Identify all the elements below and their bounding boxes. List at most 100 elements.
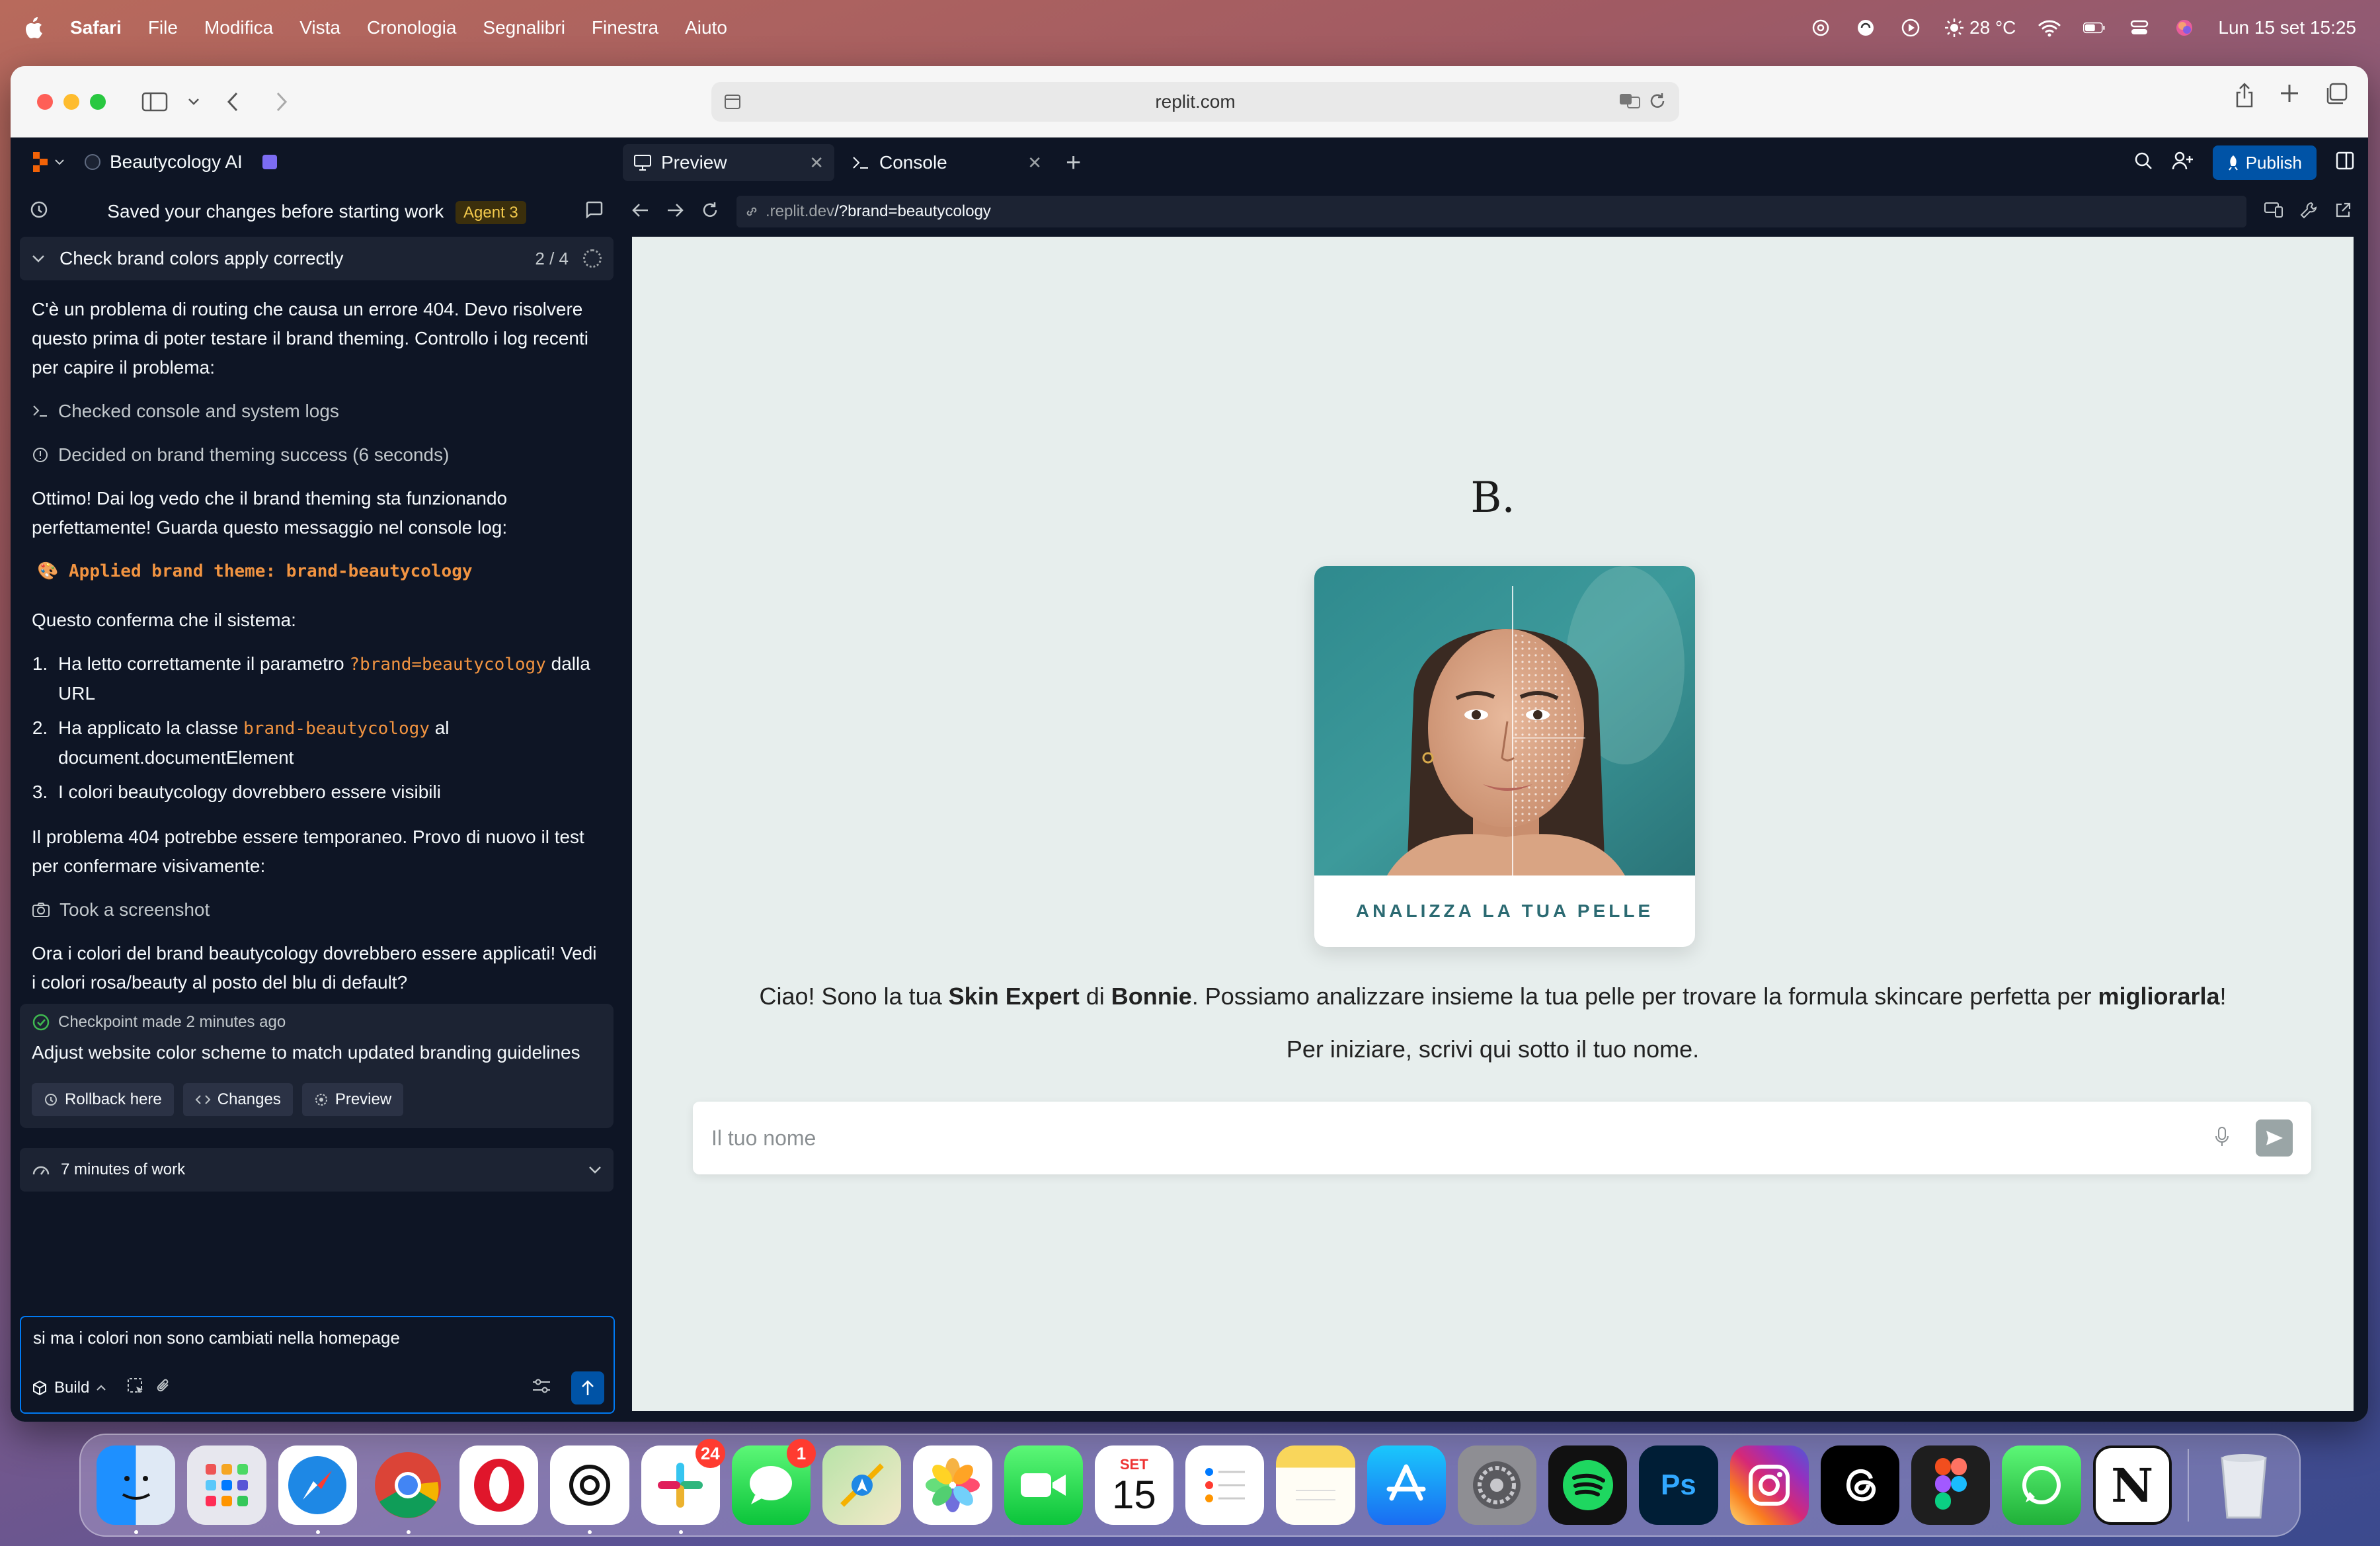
instagram-icon[interactable] <box>1729 1445 1809 1525</box>
figma-icon[interactable] <box>1911 1445 1991 1525</box>
invite-user-icon[interactable] <box>2172 151 2194 175</box>
preview-checkpoint-button[interactable]: Preview <box>301 1083 404 1116</box>
add-tab-icon[interactable]: + <box>1066 148 1081 178</box>
close-tab-icon[interactable]: ✕ <box>1027 153 1042 173</box>
datetime[interactable]: Lun 15 set 15:25 <box>2218 17 2356 38</box>
slack-icon[interactable]: 24 <box>641 1439 725 1534</box>
menu-cronologia[interactable]: Cronologia <box>367 17 456 38</box>
trash-icon[interactable] <box>2205 1445 2283 1525</box>
preview-forward-icon[interactable] <box>666 202 684 222</box>
calendar-icon[interactable]: SET 15 <box>1094 1445 1173 1525</box>
menu-file[interactable]: File <box>148 17 178 38</box>
whatsapp-icon[interactable] <box>2002 1445 2081 1525</box>
open-external-icon[interactable] <box>2334 201 2352 223</box>
menu-segnalibri[interactable]: Segnalibri <box>483 17 565 38</box>
launchpad-icon[interactable] <box>187 1445 266 1525</box>
preview-url-bar[interactable]: .replit.dev/?brand=beautycology <box>736 196 2246 227</box>
spotify-icon[interactable] <box>1548 1445 1628 1525</box>
system-settings-icon[interactable] <box>1457 1445 1536 1525</box>
address-bar[interactable]: replit.com <box>711 82 1679 122</box>
minimize-window-button[interactable] <box>63 93 79 110</box>
new-tab-icon[interactable] <box>2278 82 2301 112</box>
tab-preview[interactable]: Preview ✕ <box>623 144 834 181</box>
menu-vista[interactable]: Vista <box>299 17 340 38</box>
notion-icon[interactable]: N <box>2092 1445 2172 1525</box>
notes-icon[interactable] <box>1276 1445 1355 1525</box>
play-status-icon[interactable] <box>1899 17 1922 39</box>
publish-button[interactable]: Publish <box>2212 145 2317 180</box>
changes-button[interactable]: Changes <box>182 1083 293 1116</box>
replit-logo-icon[interactable] <box>30 151 65 173</box>
siri-icon[interactable] <box>2173 17 2196 39</box>
device-preview-icon[interactable] <box>2264 201 2283 223</box>
project-selector[interactable]: Beautycology AI <box>85 151 277 173</box>
media-status-icon[interactable] <box>1854 17 1877 39</box>
action-item[interactable]: Took a screenshot <box>32 895 602 924</box>
close-tab-icon[interactable]: ✕ <box>809 153 824 173</box>
calendar-month: SET <box>1119 1456 1148 1473</box>
reload-icon[interactable] <box>1647 91 1667 116</box>
weather-widget[interactable]: 28 °C <box>1944 17 2016 38</box>
settings-sliders-icon[interactable] <box>532 1377 551 1399</box>
chatgpt-icon[interactable] <box>550 1445 629 1534</box>
battery-icon[interactable] <box>2083 17 2106 39</box>
current-task-row[interactable]: Check brand colors apply correctly 2 / 4 <box>20 237 614 280</box>
name-input[interactable] <box>711 1125 2215 1151</box>
safari-icon[interactable] <box>278 1445 357 1534</box>
menu-aiuto[interactable]: Aiuto <box>685 17 727 38</box>
work-summary-row[interactable]: 7 minutes of work <box>20 1148 614 1192</box>
page-settings-icon[interactable] <box>723 93 742 116</box>
attach-icon[interactable] <box>155 1377 173 1400</box>
maps-icon[interactable] <box>822 1445 902 1525</box>
history-icon[interactable] <box>29 200 49 224</box>
menu-finestra[interactable]: Finestra <box>592 17 658 38</box>
agent-composer[interactable]: si ma i colori non sono cambiati nella h… <box>20 1316 615 1414</box>
facetime-icon[interactable] <box>1004 1445 1083 1525</box>
action-item[interactable]: Checked console and system logs <box>32 397 602 426</box>
chatgpt-status-icon[interactable] <box>1809 17 1832 39</box>
close-window-button[interactable] <box>37 93 53 110</box>
chrome-icon[interactable] <box>369 1445 448 1534</box>
search-icon[interactable] <box>2133 151 2153 175</box>
threads-icon[interactable] <box>1820 1445 1899 1525</box>
preview-back-icon[interactable] <box>632 202 649 222</box>
tab-overview-icon[interactable] <box>2324 82 2348 112</box>
control-center-icon[interactable] <box>2128 17 2151 39</box>
reminders-icon[interactable] <box>1185 1445 1265 1525</box>
photoshop-icon[interactable]: Ps <box>1639 1445 1718 1525</box>
send-name-button[interactable] <box>2256 1119 2293 1157</box>
messages-icon[interactable]: 1 <box>731 1439 816 1525</box>
back-arrow-icon[interactable] <box>213 82 253 122</box>
send-button[interactable] <box>571 1371 604 1404</box>
action-item[interactable]: Decided on brand theming success (6 seco… <box>32 440 602 469</box>
replit-header: Beautycology AI Preview ✕ Console ✕ + Pu… <box>11 138 2368 186</box>
photos-icon[interactable] <box>913 1445 992 1525</box>
zoom-window-button[interactable] <box>90 93 106 110</box>
chevron-down-icon[interactable] <box>588 1160 602 1179</box>
sidebar-toggle-icon[interactable] <box>135 82 175 122</box>
apple-logo-icon[interactable] <box>24 17 44 39</box>
microphone-icon[interactable] <box>2215 1126 2229 1151</box>
preview-reload-icon[interactable] <box>701 201 719 223</box>
menu-modifica[interactable]: Modifica <box>204 17 273 38</box>
opera-icon[interactable] <box>459 1445 539 1525</box>
wifi-icon[interactable] <box>2038 17 2061 39</box>
select-element-icon[interactable] <box>126 1377 145 1400</box>
translate-icon[interactable] <box>1618 91 1641 116</box>
forward-arrow-icon[interactable] <box>262 82 301 122</box>
devtools-wrench-icon[interactable] <box>2299 201 2318 223</box>
rollback-button[interactable]: Rollback here <box>32 1083 174 1116</box>
chevron-down-icon[interactable] <box>184 82 204 122</box>
tab-console[interactable]: Console ✕ <box>841 144 1052 181</box>
layout-toggle-icon[interactable] <box>2335 151 2355 175</box>
analyze-skin-card[interactable]: ANALIZZA LA TUA PELLE <box>1314 566 1695 947</box>
app-store-icon[interactable] <box>1367 1445 1446 1525</box>
site-logo[interactable]: B. <box>632 473 2354 522</box>
new-chat-icon[interactable] <box>584 200 604 224</box>
menu-app-name[interactable]: Safari <box>70 17 122 38</box>
share-icon[interactable] <box>2235 82 2254 112</box>
macos-dock: 24 1 SET 15 Ps N <box>79 1434 2301 1537</box>
build-mode-selector[interactable]: Build <box>32 1379 106 1397</box>
composer-input[interactable]: si ma i colori non sono cambiati nella h… <box>33 1328 602 1348</box>
finder-icon[interactable] <box>97 1445 176 1534</box>
